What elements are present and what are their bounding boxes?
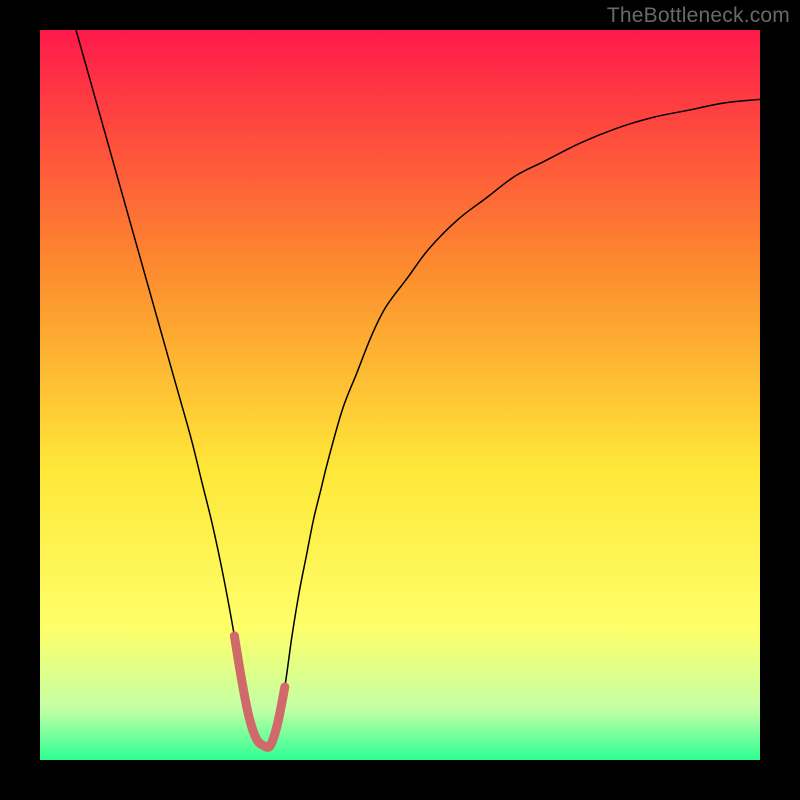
gradient-background <box>40 30 760 760</box>
watermark-text: TheBottleneck.com <box>607 4 790 28</box>
chart-svg <box>40 30 760 760</box>
chart-frame: TheBottleneck.com <box>0 0 800 800</box>
plot-area <box>40 30 760 760</box>
